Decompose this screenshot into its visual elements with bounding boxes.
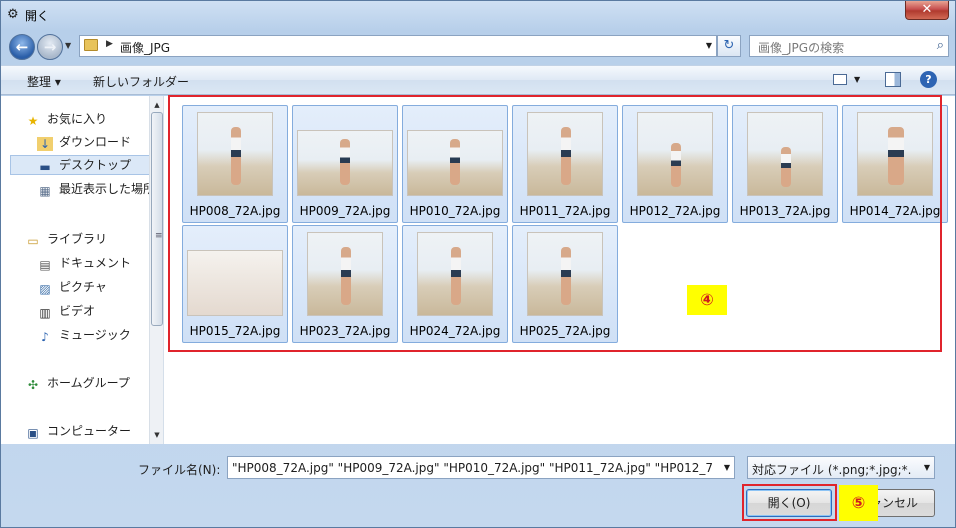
filetype-dropdown-icon[interactable]: ▼ [924, 463, 930, 472]
open-file-dialog: ⚙ 開く ✕ ← → ▼ ▶ 画像_JPG ▼ ↻ 画像_JPGの検索 ⌕ 整理… [0, 0, 956, 528]
annotation-highlight-box [168, 95, 942, 352]
sidebar-item-homegroup[interactable]: ✣ ホームグループ [25, 374, 153, 394]
address-dropdown-icon[interactable]: ▼ [706, 41, 712, 50]
refresh-icon: ↻ [723, 38, 735, 53]
sidebar-item-music[interactable]: ♪ ミュージック [37, 326, 163, 346]
organize-button[interactable]: 整理 ▾ [27, 73, 61, 90]
sidebar-item-recent-places[interactable]: ▦ 最近表示した場所 [37, 180, 163, 200]
sidebar-item-documents[interactable]: ▤ ドキュメント [37, 254, 163, 274]
navigation-pane: ★ お気に入り ↓ ダウンロード ▬ デスクトップ ▦ 最近表示した場所 ▭ ライブラリ … [1, 96, 164, 444]
sidebar-item-favorites[interactable]: ★ お気に入り [25, 110, 153, 130]
search-input[interactable]: 画像_JPGの検索 [758, 39, 844, 56]
sidebar-item-label: お気に入り [47, 112, 108, 126]
change-view-icon[interactable] [833, 74, 847, 85]
annotation-open-outline [742, 484, 837, 521]
music-icon: ♪ [41, 330, 49, 344]
sidebar-item-label: ライブラリ [47, 232, 108, 246]
arrow-right-icon: → [43, 38, 57, 56]
sidebar-item-videos[interactable]: ▥ ビデオ [37, 302, 163, 322]
command-toolbar: 整理 ▾ 新しいフォルダー ▼ ? [1, 65, 955, 95]
window-title: 開く [25, 9, 50, 23]
sidebar-item-desktop[interactable]: ▬ デスクトップ [10, 155, 153, 175]
sidebar-item-label: ミュージック [59, 328, 131, 342]
content-area: ★ お気に入り ↓ ダウンロード ▬ デスクトップ ▦ 最近表示した場所 ▭ ライブラリ … [1, 95, 955, 444]
annotation-marker-4: ④ [687, 285, 727, 315]
view-options-dropdown-icon[interactable]: ▼ [854, 75, 860, 84]
recent-places-icon: ▦ [39, 184, 51, 198]
scroll-down-icon[interactable]: ▼ [150, 428, 163, 442]
sidebar-item-computer[interactable]: ▣ コンピューター [25, 422, 153, 442]
sidebar-item-downloads[interactable]: ↓ ダウンロード [37, 133, 163, 153]
back-button[interactable]: ← [9, 34, 35, 60]
filename-value: "HP008_72A.jpg" "HP009_72A.jpg" "HP010_7… [232, 461, 712, 475]
preview-pane-icon[interactable] [885, 72, 901, 87]
filename-label: ファイル名(N): [138, 463, 221, 477]
homegroup-icon: ✣ [27, 378, 39, 392]
sidebar-item-label: ピクチャ [59, 280, 107, 294]
pictures-icon: ▨ [39, 282, 51, 296]
filename-input[interactable]: "HP008_72A.jpg" "HP009_72A.jpg" "HP010_7… [227, 456, 735, 479]
address-bar[interactable]: ▶ 画像_JPG ▼ [79, 35, 717, 57]
arrow-left-icon: ← [15, 38, 29, 56]
videos-icon: ▥ [39, 306, 51, 320]
sidebar-item-label: 最近表示した場所 [59, 182, 156, 196]
sidebar-item-label: ビデオ [59, 304, 96, 318]
computer-icon: ▣ [27, 426, 39, 440]
grip-icon: ≡ [155, 231, 163, 241]
library-icon: ▭ [27, 234, 39, 248]
scrollbar-thumb[interactable]: ≡ [151, 112, 163, 326]
download-folder-icon: ↓ [37, 137, 53, 151]
sidebar-item-label: ドキュメント [59, 256, 132, 270]
filetype-value: 対応ファイル (*.png;*.jpg;*. [752, 463, 912, 477]
help-icon[interactable]: ? [920, 71, 937, 88]
star-icon: ★ [27, 114, 39, 128]
filename-dropdown-icon[interactable]: ▼ [724, 463, 730, 472]
sidebar-item-label: コンピューター [47, 424, 132, 438]
sidebar-item-label: ダウンロード [59, 135, 132, 149]
sidebar-scrollbar[interactable]: ▲ ≡ ▼ [149, 96, 163, 444]
breadcrumb-separator-icon[interactable]: ▶ [106, 39, 113, 49]
documents-icon: ▤ [39, 258, 51, 272]
folder-icon [84, 39, 98, 51]
sidebar-item-pictures[interactable]: ▨ ピクチャ [37, 278, 163, 298]
file-list: HP008_72A.jpg HP009_72A.jpg HP010_72A.jp… [165, 95, 955, 444]
sidebar-item-label: デスクトップ [59, 158, 132, 172]
refresh-button[interactable]: ↻ [717, 35, 741, 57]
history-dropdown-icon[interactable]: ▼ [65, 41, 71, 50]
search-icon[interactable]: ⌕ [937, 38, 944, 53]
title-bar: ⚙ 開く ✕ [1, 1, 955, 29]
desktop-icon: ▬ [39, 160, 51, 174]
sidebar-item-label: ホームグループ [47, 376, 130, 390]
search-box[interactable]: 画像_JPGの検索 ⌕ [749, 35, 949, 57]
filetype-select[interactable]: 対応ファイル (*.png;*.jpg;*. ▼ [747, 456, 935, 479]
forward-button[interactable]: → [37, 34, 63, 60]
sidebar-item-libraries[interactable]: ▭ ライブラリ [25, 230, 153, 250]
new-folder-button[interactable]: 新しいフォルダー [93, 73, 189, 90]
annotation-marker-5: ⑤ [839, 485, 878, 521]
close-button[interactable]: ✕ [905, 1, 949, 20]
scroll-up-icon[interactable]: ▲ [150, 98, 163, 112]
breadcrumb-folder[interactable]: 画像_JPG [120, 39, 170, 56]
app-icon: ⚙ [7, 7, 19, 22]
